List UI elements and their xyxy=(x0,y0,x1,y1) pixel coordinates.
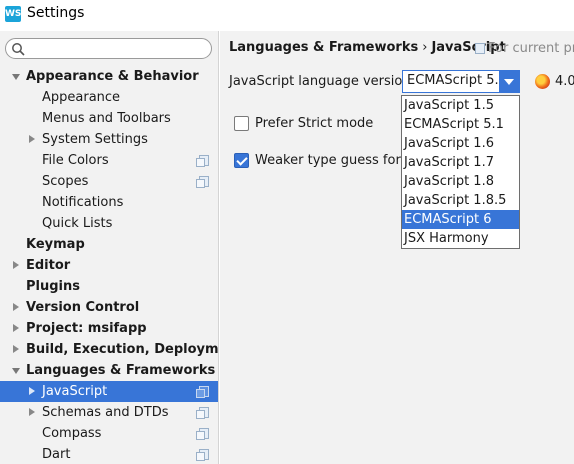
project-level-icon xyxy=(196,386,209,398)
chevron-right-icon[interactable] xyxy=(11,255,21,276)
sidebar-item-label: Editor xyxy=(26,258,71,273)
window-title: Settings xyxy=(27,5,85,21)
project-level-icon xyxy=(196,428,209,440)
sidebar-item-label: Dart xyxy=(42,447,71,462)
sidebar-item-label: Compass xyxy=(42,426,102,441)
project-level-icon xyxy=(196,407,209,419)
breadcrumb: Languages & Frameworks › JavaScript xyxy=(229,40,506,55)
sidebar-item-label: Languages & Frameworks xyxy=(26,363,216,378)
sidebar-item-quick-lists[interactable]: Quick Lists xyxy=(0,213,218,234)
chevron-down-icon[interactable] xyxy=(11,360,21,381)
sidebar-item-appearance-behavior[interactable]: Appearance & Behavior xyxy=(0,66,218,87)
search-box[interactable] xyxy=(5,38,212,59)
dropdown-option[interactable]: JSX Harmony xyxy=(402,229,519,248)
sidebar-item-label: Notifications xyxy=(42,195,124,210)
chevron-down-icon[interactable] xyxy=(499,71,519,92)
sidebar-item-label: Keymap xyxy=(26,237,85,252)
chevron-right-icon[interactable] xyxy=(11,318,21,339)
weaker-type-guess-label: Weaker type guess for co xyxy=(255,153,421,168)
chevron-right-icon[interactable] xyxy=(27,402,37,423)
dropdown-option[interactable]: JavaScript 1.8 xyxy=(402,172,519,191)
search-icon xyxy=(12,43,25,56)
chevron-right-icon[interactable] xyxy=(27,129,37,150)
sidebar-item-label: Appearance xyxy=(42,90,121,105)
sidebar-item-editor[interactable]: Editor xyxy=(0,255,218,276)
sidebar-item-label: Project: msifapp xyxy=(26,321,147,336)
sidebar-item-system-settings[interactable]: System Settings xyxy=(0,129,218,150)
sidebar-item-label: Build, Execution, Deployment xyxy=(26,342,219,357)
project-level-icon xyxy=(475,43,485,54)
language-version-dropdown: JavaScript 1.5 ECMAScript 5.1 JavaScript… xyxy=(401,95,520,249)
project-level-icon xyxy=(196,155,209,167)
breadcrumb-separator: › xyxy=(422,40,428,55)
sidebar-item-project[interactable]: Project: msifapp xyxy=(0,318,218,339)
sidebar-item-label: Appearance & Behavior xyxy=(26,69,199,84)
sidebar-item-schemas-dtds[interactable]: Schemas and DTDs xyxy=(0,402,218,423)
chevron-right-icon[interactable] xyxy=(27,381,37,402)
sidebar-item-label: JavaScript xyxy=(42,384,108,399)
sidebar-item-file-colors[interactable]: File Colors xyxy=(0,150,218,171)
prefer-strict-checkbox[interactable] xyxy=(234,116,249,131)
sidebar-item-label: File Colors xyxy=(42,153,109,168)
chevron-right-icon[interactable] xyxy=(11,297,21,318)
dropdown-option[interactable]: JavaScript 1.8.5 xyxy=(402,191,519,210)
sidebar-item-compass[interactable]: Compass xyxy=(0,423,218,444)
sidebar-item-label: Quick Lists xyxy=(42,216,113,231)
dropdown-option-highlighted[interactable]: ECMAScript 6 xyxy=(402,210,519,229)
breadcrumb-parent[interactable]: Languages & Frameworks xyxy=(229,40,418,55)
webstorm-logo-icon: WS xyxy=(5,6,21,22)
dropdown-option[interactable]: ECMAScript 5.1 xyxy=(402,115,519,134)
chevron-down-icon[interactable] xyxy=(11,66,21,87)
sidebar-item-keymap[interactable]: Keymap xyxy=(0,234,218,255)
browser-version: 4.0 xyxy=(555,74,574,89)
dropdown-option[interactable]: JavaScript 1.6 xyxy=(402,134,519,153)
prefer-strict-label: Prefer Strict mode xyxy=(255,116,374,131)
dropdown-option[interactable]: JavaScript 1.7 xyxy=(402,153,519,172)
sidebar-item-label: Menus and Toolbars xyxy=(42,111,171,126)
sidebar-item-scopes[interactable]: Scopes xyxy=(0,171,218,192)
language-version-label: JavaScript language version xyxy=(229,74,411,89)
sidebar-item-appearance[interactable]: Appearance xyxy=(0,87,218,108)
project-level-icon xyxy=(196,449,209,461)
sidebar-item-dart[interactable]: Dart xyxy=(0,444,218,464)
dropdown-option[interactable]: JavaScript 1.5 xyxy=(402,96,519,115)
sidebar-item-label: Scopes xyxy=(42,174,89,189)
scope-hint: For current pr xyxy=(488,41,574,56)
weaker-type-guess-checkbox[interactable] xyxy=(234,153,249,168)
sidebar-item-languages-frameworks[interactable]: Languages & Frameworks xyxy=(0,360,218,381)
sidebar-item-build-execution-deployment[interactable]: Build, Execution, Deployment xyxy=(0,339,218,360)
project-level-icon xyxy=(196,176,209,188)
search-input[interactable] xyxy=(28,40,208,57)
sidebar-item-label: Schemas and DTDs xyxy=(42,405,169,420)
chevron-right-icon[interactable] xyxy=(11,339,21,360)
sidebar-item-menus-toolbars[interactable]: Menus and Toolbars xyxy=(0,108,218,129)
settings-sidebar: Appearance & Behavior Appearance Menus a… xyxy=(0,31,219,464)
firefox-icon xyxy=(535,74,550,89)
language-version-value: ECMAScript 5.1 xyxy=(407,73,507,88)
sidebar-item-notifications[interactable]: Notifications xyxy=(0,192,218,213)
sidebar-item-label: Plugins xyxy=(26,279,80,294)
sidebar-item-version-control[interactable]: Version Control xyxy=(0,297,218,318)
title-bar: WS Settings xyxy=(0,0,574,31)
sidebar-item-plugins[interactable]: Plugins xyxy=(0,276,218,297)
language-version-select[interactable]: ECMAScript 5.1 xyxy=(402,70,520,93)
settings-main-panel: Languages & Frameworks › JavaScript For cu… xyxy=(220,31,574,464)
sidebar-item-label: Version Control xyxy=(26,300,140,315)
sidebar-item-label: System Settings xyxy=(42,132,148,147)
sidebar-item-javascript[interactable]: JavaScript xyxy=(0,381,218,402)
